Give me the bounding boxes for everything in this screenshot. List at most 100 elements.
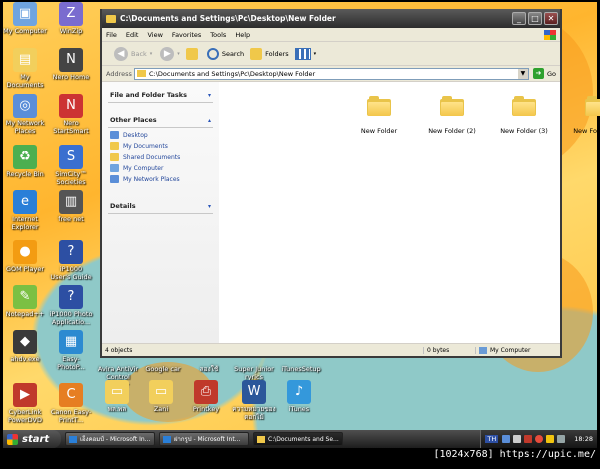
folder-item[interactable]: New Folder (4) bbox=[564, 96, 600, 135]
security-tray-icon[interactable] bbox=[535, 435, 544, 443]
computer-icon bbox=[110, 164, 119, 172]
menu-edit[interactable]: Edit bbox=[126, 31, 139, 39]
simcity-icon: S bbox=[59, 145, 83, 169]
folder-item[interactable]: New Folder (3) bbox=[491, 96, 557, 135]
other-places-header[interactable]: Other Places ▴ bbox=[108, 113, 213, 128]
place-my-computer[interactable]: My Computer bbox=[110, 164, 211, 172]
winzip-icon: Z bbox=[59, 2, 83, 26]
desktop-icon-flower-meaning[interactable]: W ความหมายของดอกไม้ bbox=[229, 380, 279, 421]
desktop-icon-my-network-places[interactable]: ◎ My Network Places bbox=[3, 94, 47, 135]
collapse-icon[interactable]: ▴ bbox=[208, 117, 211, 124]
go-button[interactable]: ➜ Go bbox=[532, 68, 556, 79]
forward-dropdown-icon[interactable]: ▾ bbox=[177, 51, 180, 57]
taskbar-button-ie-1[interactable]: เอ็งคอมป์ - Microsoft In... bbox=[65, 432, 155, 446]
avira-tray-icon[interactable] bbox=[524, 435, 533, 443]
menu-file[interactable]: File bbox=[106, 31, 117, 39]
system-tray: TH 18:28 bbox=[480, 430, 597, 448]
folder-icon bbox=[512, 96, 536, 116]
minimize-button[interactable]: _ bbox=[512, 12, 526, 25]
dvd-icon: ▶ bbox=[13, 383, 37, 407]
desktop-icon-notepad-plus[interactable]: ✎ Notepad++ bbox=[3, 285, 47, 318]
desktop-icon-easy-photoprint[interactable]: ▦ Easy-PhotoP... bbox=[49, 330, 93, 371]
back-label: Back bbox=[131, 49, 147, 58]
start-button[interactable]: start bbox=[3, 430, 61, 448]
network-tray-icon[interactable] bbox=[502, 435, 511, 443]
printkey-icon: ⎙ bbox=[194, 380, 218, 404]
toolbar: ◀ Back ▾ ▶ ▾ Search Folders ▾ bbox=[102, 42, 560, 66]
computer-icon bbox=[479, 346, 487, 354]
title-bar[interactable]: C:\Documents and Settings\Pc\Desktop\New… bbox=[102, 9, 560, 28]
volume-tray-icon[interactable] bbox=[513, 435, 522, 443]
folders-button[interactable]: Folders bbox=[250, 47, 289, 60]
back-icon[interactable]: ◀ bbox=[114, 46, 128, 61]
desktop-icon-my-documents[interactable]: ▤ My Documents bbox=[3, 48, 47, 89]
nero-icon: N bbox=[59, 48, 83, 72]
close-button[interactable]: ✕ bbox=[544, 12, 558, 25]
folder-item[interactable]: New Folder bbox=[346, 96, 412, 135]
collapse-icon[interactable]: ▾ bbox=[208, 92, 211, 99]
desktop-icon-free-net[interactable]: ▥ free net bbox=[49, 190, 93, 223]
place-desktop[interactable]: Desktop bbox=[110, 131, 211, 139]
printer-tray-icon[interactable] bbox=[557, 435, 566, 443]
update-tray-icon[interactable] bbox=[546, 435, 555, 443]
photo-icon: ▦ bbox=[59, 330, 83, 354]
desktop-icon-powerdvd[interactable]: ▶ CyberLink PowerDVD bbox=[3, 383, 47, 424]
desktop-icon-itunes[interactable]: ♪ iTunes bbox=[277, 380, 321, 413]
up-folder-button[interactable] bbox=[185, 47, 201, 60]
collapse-icon[interactable]: ▾ bbox=[208, 203, 211, 210]
desktop-icon-printkey[interactable]: ⎙ Printkey bbox=[184, 380, 228, 413]
desktop-icon-simcity[interactable]: S SimCity™ Societies bbox=[49, 145, 93, 186]
menu-tools[interactable]: Tools bbox=[210, 31, 226, 39]
ie-icon bbox=[69, 435, 77, 443]
gom-icon: ● bbox=[13, 240, 37, 264]
desktop-icon-winzip[interactable]: Z WinZip bbox=[49, 2, 93, 35]
place-shared-documents[interactable]: Shared Documents bbox=[110, 153, 211, 161]
desktop-icon-ip1000-guide[interactable]: ? iP1000 User's Guide bbox=[49, 240, 93, 281]
file-folder-tasks-header[interactable]: File and Folder Tasks ▾ bbox=[108, 88, 213, 103]
desktop-icon-nero-startsmart[interactable]: N Nero StartSmart bbox=[49, 94, 93, 135]
menu-help[interactable]: Help bbox=[235, 31, 250, 39]
exe-icon: ◆ bbox=[13, 330, 37, 354]
views-button[interactable]: ▾ bbox=[294, 47, 316, 60]
search-button[interactable]: Search bbox=[206, 47, 244, 60]
file-pane[interactable]: New Folder New Folder (2) New Folder (3)… bbox=[219, 82, 600, 343]
nero-startsmart-icon: N bbox=[59, 94, 83, 118]
status-location: My Computer bbox=[476, 346, 560, 354]
desktop-icon-gom-player[interactable]: ● GOM Player bbox=[3, 240, 47, 273]
desktop-icon-zani[interactable]: ▭ Zani bbox=[139, 380, 183, 413]
desktop-icon-canon-easy-print[interactable]: C Canon Easy-PrintT... bbox=[49, 383, 93, 424]
folder-item[interactable]: New Folder (2) bbox=[419, 96, 485, 135]
clock: 18:28 bbox=[574, 435, 593, 443]
status-size: 0 bytes bbox=[424, 346, 476, 354]
explorer-window: C:\Documents and Settings\Pc\Desktop\New… bbox=[100, 9, 600, 358]
desktop-icon-nero-home[interactable]: N Nero Home bbox=[49, 48, 93, 81]
menu-favorites[interactable]: Favorites bbox=[172, 31, 201, 39]
address-label: Address bbox=[106, 69, 132, 78]
details-header[interactable]: Details ▾ bbox=[108, 199, 213, 214]
place-my-documents[interactable]: My Documents bbox=[110, 142, 211, 150]
menu-bar: File Edit View Favorites Tools Help bbox=[102, 28, 560, 42]
search-icon bbox=[206, 47, 219, 60]
task-pane: File and Folder Tasks ▾ Other Places ▴ D… bbox=[102, 82, 219, 343]
desktop-icon-my-computer[interactable]: ▣ My Computer bbox=[3, 2, 47, 35]
desktop-icon-pol-pol[interactable]: ▭ พล.พล bbox=[95, 380, 139, 413]
language-indicator[interactable]: TH bbox=[485, 435, 499, 443]
ie-icon bbox=[163, 435, 171, 443]
notepad-icon: ✎ bbox=[13, 285, 37, 309]
maximize-button[interactable]: □ bbox=[528, 12, 542, 25]
place-my-network-places[interactable]: My Network Places bbox=[110, 175, 211, 183]
desktop-icon-internet-explorer[interactable]: e Internet Explorer bbox=[3, 190, 47, 231]
menu-view[interactable]: View bbox=[147, 31, 162, 39]
taskbar-button-ie-2[interactable]: ฝากรูป - Microsoft Int... bbox=[159, 432, 249, 446]
desktop-icon-recycle-bin[interactable]: ♻ Recycle Bin bbox=[3, 145, 47, 178]
back-dropdown-icon[interactable]: ▾ bbox=[150, 51, 153, 57]
taskbar-button-explorer[interactable]: C:\Documents and Se... bbox=[253, 432, 343, 446]
folder-icon: ▭ bbox=[105, 380, 129, 404]
windows-logo-icon bbox=[7, 433, 18, 445]
address-input[interactable]: C:\Documents and Settings\Pc\Desktop\New… bbox=[134, 67, 529, 80]
desktop-icon-ip1000-photo[interactable]: ? iP1000 Photo Applicatio... bbox=[49, 285, 93, 326]
help-icon: ? bbox=[59, 240, 83, 264]
forward-icon[interactable]: ▶ bbox=[160, 46, 175, 61]
desktop-icon-ahdv[interactable]: ◆ ahdv.exe bbox=[3, 330, 47, 363]
address-dropdown-icon[interactable]: ▼ bbox=[517, 68, 528, 79]
